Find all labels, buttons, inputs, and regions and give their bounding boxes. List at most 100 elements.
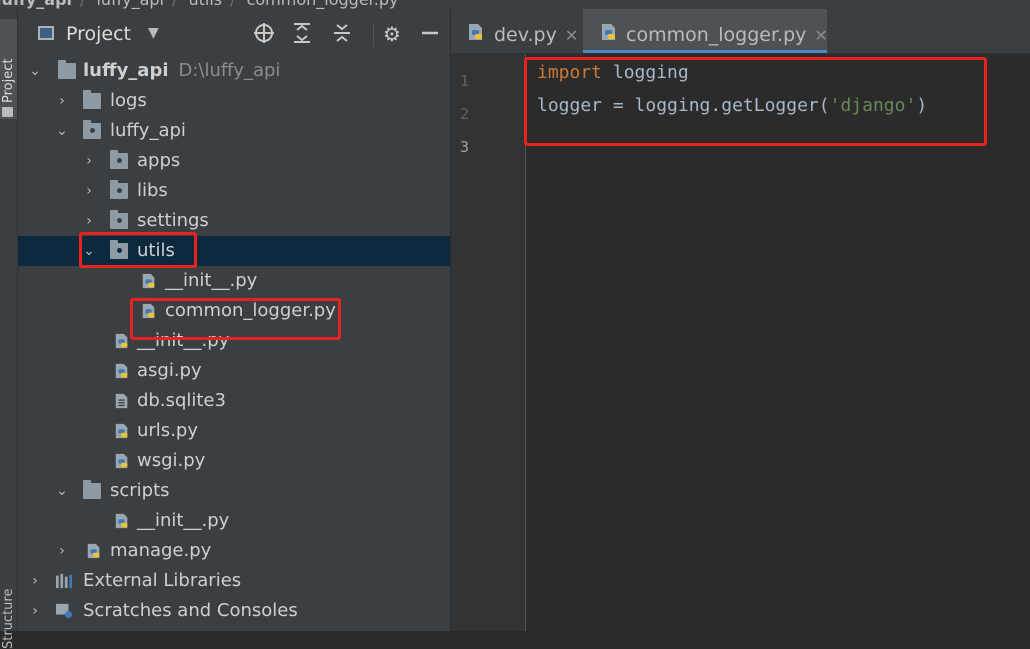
gear-icon[interactable]: ⚙ (380, 22, 404, 46)
folder-icon (83, 480, 101, 499)
close-icon[interactable]: ✕ (565, 26, 578, 45)
tab-dev-py[interactable]: dev.py ✕ (451, 9, 581, 53)
tree-item-wsgi[interactable]: wsgi.py (18, 446, 450, 476)
tree-item-label: common_logger.py (165, 300, 336, 321)
chevron-down-icon[interactable]: ⌄ (82, 236, 96, 266)
tree-item-label: __init__.py (165, 270, 258, 291)
chevron-right-icon[interactable]: › (28, 596, 42, 626)
tree-item-external-libraries[interactable]: › External Libraries (18, 566, 450, 596)
code-text: logger = logging.getLogger( (537, 95, 830, 116)
editor-tab-bar: dev.py ✕ common_logger.py ✕ (451, 9, 1030, 54)
tree-item-scripts-init[interactable]: __init__.py (18, 506, 450, 536)
tree-item-label: Scratches and Consoles (83, 600, 298, 621)
tree-item-common-logger[interactable]: common_logger.py (18, 296, 450, 326)
tree-item-libs[interactable]: › libs (18, 176, 450, 206)
tree-item-settings[interactable]: › settings (18, 206, 450, 236)
navigation-breadcrumb: luffy_api/ luffy_api/ utils/ common_logg… (0, 0, 1030, 9)
line-number: 1 (459, 72, 469, 90)
tree-item-db-sqlite[interactable]: db.sqlite3 (18, 386, 450, 416)
structure-tool-tab[interactable]: Structure (0, 589, 17, 649)
chevron-right-icon[interactable]: › (82, 146, 96, 176)
locate-file-icon[interactable] (252, 22, 276, 46)
chevron-right-icon[interactable]: › (55, 536, 69, 566)
string-literal: 'django' (829, 95, 917, 116)
line-number-gutter: 1 2 3 (451, 54, 525, 631)
python-file-icon (115, 453, 128, 469)
chevron-down-icon[interactable]: ⌄ (28, 56, 42, 86)
breadcrumb-item-file[interactable]: common_logger.py (247, 0, 399, 9)
python-file-icon (115, 363, 128, 379)
tree-item-utils-init[interactable]: __init__.py (18, 266, 450, 296)
left-tool-strip: Project Structure (0, 9, 18, 649)
tree-item-package-init[interactable]: __init__.py (18, 326, 450, 356)
tree-item-logs[interactable]: › logs (18, 86, 450, 116)
package-folder-icon (110, 210, 128, 229)
breadcrumb-item-project[interactable]: luffy_api (0, 0, 72, 9)
project-panel: Project ▼ ⚙ ⌄ luffy_api D:\luffy_api › lo… (18, 9, 450, 631)
tree-item-label: libs (137, 180, 168, 201)
code-line-1[interactable]: import logging (537, 62, 689, 83)
python-file-icon (115, 423, 128, 439)
project-tool-tab[interactable]: Project (0, 19, 17, 119)
code-text: logging (602, 62, 689, 83)
tree-item-label: External Libraries (83, 570, 242, 591)
package-folder-icon (83, 120, 101, 139)
tree-item-label: wsgi.py (137, 450, 206, 471)
tree-item-label: asgi.py (137, 360, 202, 381)
tree-item-root[interactable]: ⌄ luffy_api D:\luffy_api (18, 56, 450, 86)
tree-item-urls[interactable]: urls.py (18, 416, 450, 446)
tree-item-utils[interactable]: ⌄ utils (18, 236, 450, 266)
tree-item-label: scripts (110, 480, 170, 501)
project-view-title[interactable]: Project (66, 23, 131, 45)
code-editor: dev.py ✕ common_logger.py ✕ 1 2 3 import l… (451, 9, 1030, 631)
chevron-down-icon[interactable]: ▼ (148, 25, 159, 41)
code-text: ) (916, 95, 928, 116)
line-number: 3 (459, 138, 469, 156)
python-file-icon (142, 303, 155, 319)
scratches-icon (56, 603, 72, 619)
collapse-all-icon[interactable] (330, 22, 354, 46)
package-folder-icon (110, 240, 128, 259)
tree-item-label: logs (110, 90, 147, 111)
python-file-icon (115, 513, 128, 529)
tree-item-label: urls.py (137, 420, 198, 441)
python-file-icon (87, 543, 100, 559)
tree-item-label: luffy_api (110, 120, 186, 141)
chevron-right-icon[interactable]: › (55, 86, 69, 116)
folder-icon (83, 90, 101, 109)
tree-item-label: manage.py (110, 540, 212, 561)
keyword: import (537, 62, 603, 83)
tree-item-scripts[interactable]: ⌄ scripts (18, 476, 450, 506)
tree-item-luffy-api-package[interactable]: ⌄ luffy_api (18, 116, 450, 146)
gutter-divider (525, 54, 526, 631)
tree-item-manage[interactable]: › manage.py (18, 536, 450, 566)
chevron-down-icon[interactable]: ⌄ (55, 116, 69, 146)
tree-item-label: __init__.py (137, 330, 230, 351)
code-line-2[interactable]: logger = logging.getLogger('django') (537, 95, 927, 116)
tree-item-asgi[interactable]: asgi.py (18, 356, 450, 386)
tree-item-label: __init__.py (137, 510, 230, 531)
project-panel-header: Project ▼ ⚙ (18, 9, 450, 61)
text-file-icon (115, 393, 128, 409)
tree-item-apps[interactable]: › apps (18, 146, 450, 176)
folder-icon (58, 60, 76, 79)
tab-common-logger-py[interactable]: common_logger.py ✕ (583, 9, 828, 53)
folder-icon (2, 107, 13, 117)
python-file-icon (142, 273, 155, 289)
package-folder-icon (110, 180, 128, 199)
chevron-right-icon[interactable]: › (82, 176, 96, 206)
code-line-3[interactable] (537, 128, 1017, 152)
tree-item-label: utils (137, 240, 175, 261)
close-icon[interactable]: ✕ (814, 26, 827, 45)
python-file-icon (115, 333, 128, 349)
breadcrumb-item-package[interactable]: luffy_api (96, 0, 163, 9)
chevron-down-icon[interactable]: ⌄ (55, 476, 69, 506)
expand-all-icon[interactable] (290, 22, 314, 46)
tree-item-scratches[interactable]: › Scratches and Consoles (18, 596, 450, 626)
hide-panel-icon[interactable] (418, 22, 442, 46)
python-file-icon (469, 24, 482, 40)
tree-item-label: settings (137, 210, 209, 231)
chevron-right-icon[interactable]: › (82, 206, 96, 236)
chevron-right-icon[interactable]: › (28, 566, 42, 596)
breadcrumb-item-utils[interactable]: utils (188, 0, 222, 9)
